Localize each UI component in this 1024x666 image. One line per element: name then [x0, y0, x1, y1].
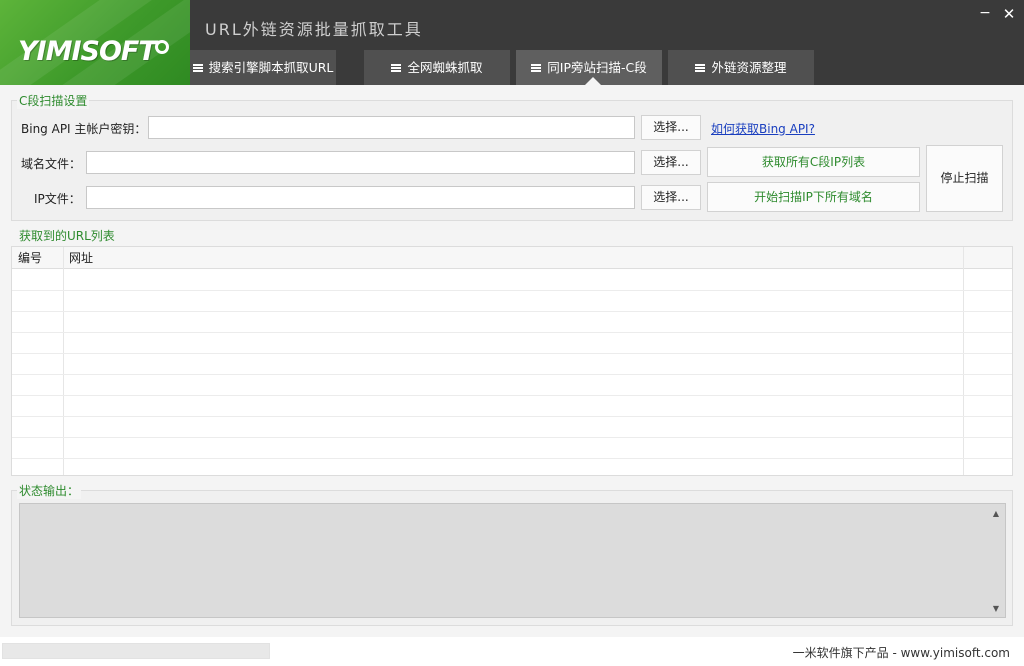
- choose-domain-file-button[interactable]: 选择...: [641, 150, 701, 175]
- column-header-index[interactable]: 编号: [12, 247, 42, 269]
- logo-text: YIMISOFT: [18, 36, 157, 67]
- scroll-up-arrow-icon[interactable]: ▲: [990, 508, 1002, 520]
- table-row: [12, 458, 1012, 459]
- c-scan-group-title: C段扫描设置: [17, 92, 90, 109]
- menu-icon: [192, 63, 203, 72]
- active-tab-pointer: [585, 77, 601, 85]
- tab-search-engine-scrape[interactable]: 搜索引擎脚本抓取URL: [190, 50, 336, 85]
- status-output-textarea[interactable]: [19, 503, 1006, 618]
- url-list-table[interactable]: 编号 网址: [11, 246, 1013, 476]
- title-bar: YIMISOFT URL外链资源批量抓取工具 − ✕ 搜索引擎脚本抓取URL 全…: [0, 0, 1024, 85]
- table-row: [12, 290, 1012, 291]
- url-list-group-title: 获取到的URL列表: [17, 227, 117, 244]
- table-row: [12, 353, 1012, 354]
- tab-link-organize[interactable]: 外链资源整理: [668, 50, 814, 85]
- column-divider: [63, 247, 64, 475]
- bing-api-help-link[interactable]: 如何获取Bing API?: [711, 120, 815, 137]
- logo-ball-icon: [155, 40, 169, 54]
- bing-api-key-input[interactable]: [148, 116, 635, 139]
- choose-bing-button[interactable]: 选择...: [641, 115, 701, 140]
- domain-file-input[interactable]: [86, 151, 635, 174]
- table-header: 编号 网址: [12, 247, 1012, 269]
- app-logo: YIMISOFT: [0, 0, 190, 85]
- menu-icon: [391, 63, 402, 72]
- ip-file-input[interactable]: [86, 186, 635, 209]
- table-row: [12, 332, 1012, 333]
- menu-icon: [531, 63, 542, 72]
- get-c-segment-ip-button[interactable]: 获取所有C段IP列表: [707, 147, 920, 177]
- choose-ip-file-button[interactable]: 选择...: [641, 185, 701, 210]
- column-divider: [963, 247, 964, 475]
- progress-bar: [2, 643, 270, 659]
- tab-spider-crawl[interactable]: 全网蜘蛛抓取: [364, 50, 510, 85]
- status-output-title: 状态输出：: [17, 482, 82, 499]
- tab-label: 外链资源整理: [711, 60, 787, 75]
- table-row: [12, 395, 1012, 396]
- app-title: URL外链资源批量抓取工具: [205, 20, 423, 39]
- table-row: [12, 311, 1012, 312]
- domain-file-label: 域名文件：: [21, 157, 82, 171]
- table-row: [12, 416, 1012, 417]
- stop-scan-button[interactable]: 停止扫描: [926, 145, 1003, 212]
- footer-credit: 一米软件旗下产品 - www.yimisoft.com: [792, 646, 1010, 660]
- close-button[interactable]: ✕: [1000, 5, 1018, 23]
- scroll-down-arrow-icon[interactable]: ▼: [990, 603, 1002, 615]
- table-row: [12, 437, 1012, 438]
- scan-domains-button[interactable]: 开始扫描IP下所有域名: [707, 182, 920, 212]
- minimize-button[interactable]: −: [977, 5, 993, 21]
- bing-api-label: Bing API 主帐户密钥：: [21, 122, 147, 136]
- ip-file-label: IP文件：: [34, 192, 81, 206]
- menu-icon: [695, 63, 706, 72]
- table-row: [12, 374, 1012, 375]
- column-header-url[interactable]: 网址: [63, 247, 93, 269]
- tab-label: 同IP旁站扫描-C段: [547, 60, 647, 75]
- tab-label: 全网蜘蛛抓取: [407, 60, 483, 75]
- tab-label: 搜索引擎脚本抓取URL: [208, 60, 334, 75]
